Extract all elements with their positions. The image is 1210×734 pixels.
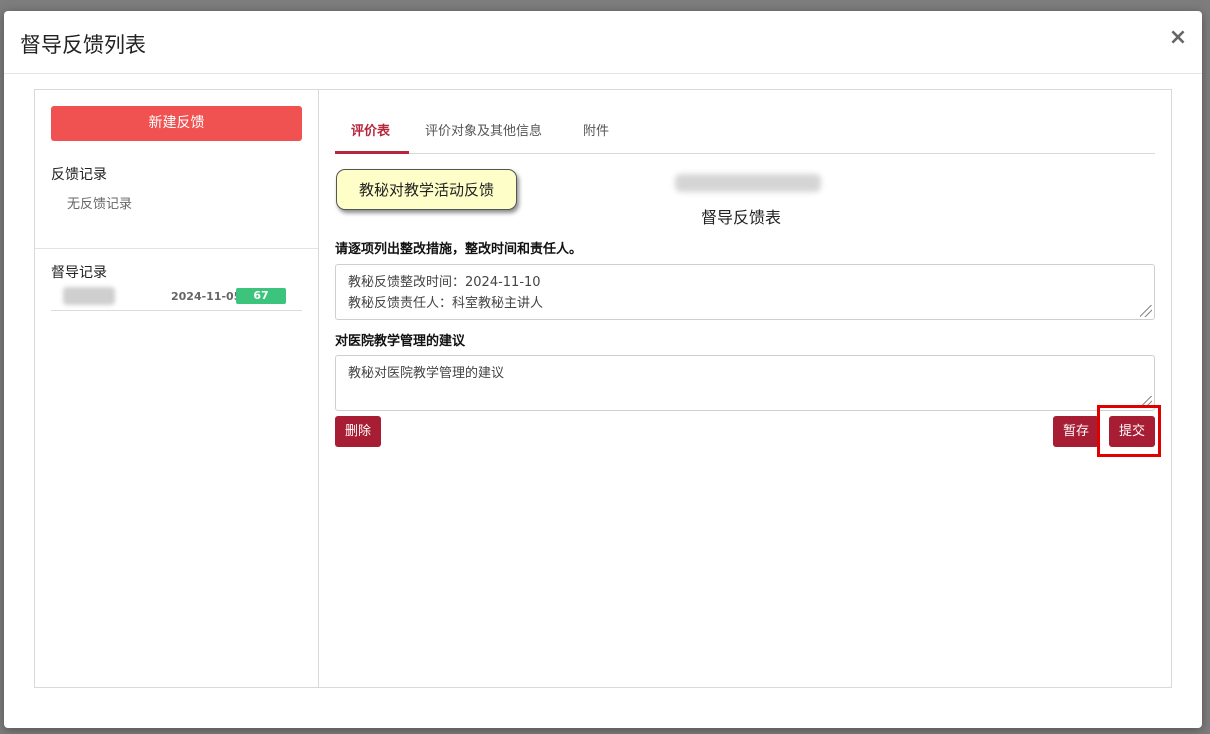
suggestion-textarea[interactable]: 教秘对医院教学管理的建议 [335,355,1155,411]
blurred-name [63,287,115,305]
modal-header: 督导反馈列表 × [4,11,1202,74]
tab-evaluation-form[interactable]: 评价表 [351,120,390,154]
tab-evaluation-target-info[interactable]: 评价对象及其他信息 [425,120,542,154]
feedback-records-title: 反馈记录 [51,167,107,183]
rectification-line-person: 教秘反馈责任人：科室教秘主讲人 [348,296,544,311]
rectification-textarea[interactable]: 教秘反馈整改时间：2024-11-10 教秘反馈责任人：科室教秘主讲人 [335,264,1155,320]
new-feedback-button[interactable]: 新建反馈 [51,106,302,141]
delete-button[interactable]: 删除 [335,416,381,447]
resize-handle[interactable] [1140,305,1152,317]
tab-attachments[interactable]: 附件 [583,120,609,154]
record-date: 2024-11-05 [171,290,242,303]
suggestion-label: 对医院教学管理的建议 [335,334,466,349]
highlight-annotation [1097,405,1161,457]
feedback-empty-text: 无反馈记录 [67,197,133,212]
tooltip-callout: 教秘对教学活动反馈 [336,169,517,210]
right-pane: 评价表 评价对象及其他信息 附件 教秘对教学活动反馈 督导反馈表 请逐项列出整改… [335,90,1155,687]
suggestion-text: 教秘对医院教学管理的建议 [348,366,505,381]
active-tab-indicator [335,151,409,154]
left-pane: 新建反馈 反馈记录 无反馈记录 督导记录 2024-11-05 67 [35,90,319,687]
supervision-record-row[interactable]: 2024-11-05 67 [51,286,302,311]
save-draft-button[interactable]: 暂存 [1053,416,1099,447]
close-icon[interactable]: × [1168,26,1188,50]
modal-body: 新建反馈 反馈记录 无反馈记录 督导记录 2024-11-05 67 评价表 评… [34,89,1172,688]
section-divider [35,248,318,249]
rectification-label: 请逐项列出整改措施，整改时间和责任人。 [335,242,583,257]
feedback-modal: 督导反馈列表 × 新建反馈 反馈记录 无反馈记录 督导记录 2024-11-05… [4,11,1202,728]
modal-title: 督导反馈列表 [20,33,146,57]
blurred-subtitle [675,174,821,192]
tab-bar: 评价表 评价对象及其他信息 附件 [335,116,1155,154]
score-badge: 67 [236,288,286,304]
supervision-records-title: 督导记录 [51,265,107,281]
rectification-line-time: 教秘反馈整改时间：2024-11-10 [348,275,541,290]
form-title: 督导反馈表 [701,208,782,227]
